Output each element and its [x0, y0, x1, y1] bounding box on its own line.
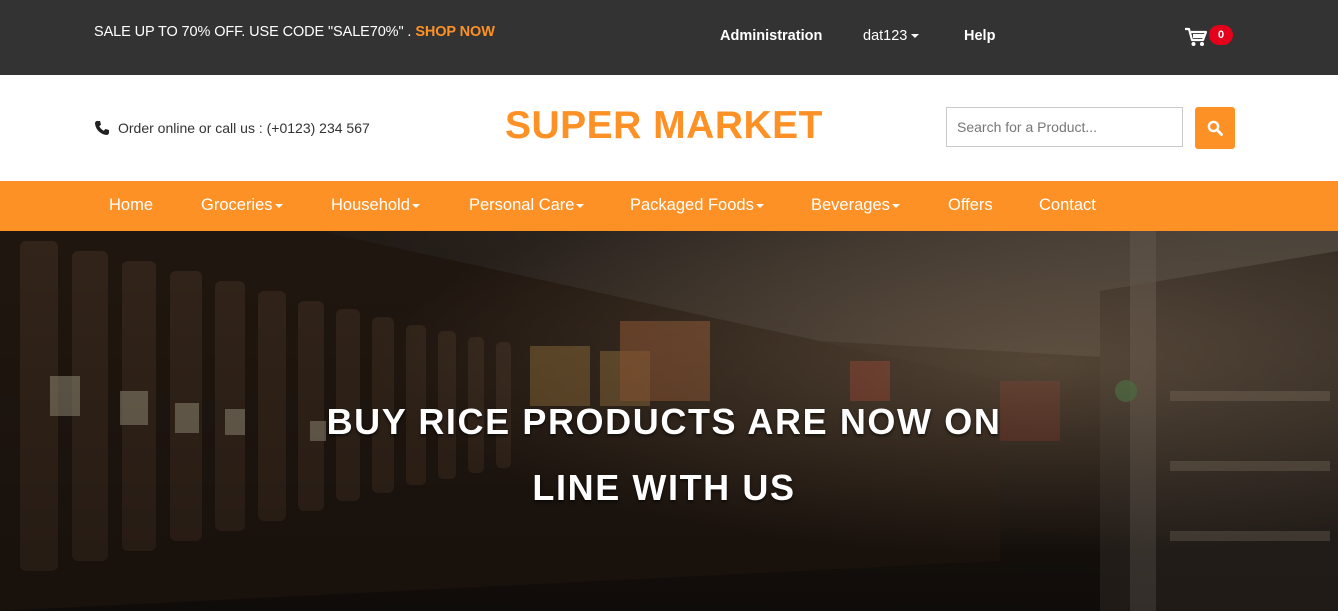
user-name: dat123 [863, 28, 908, 44]
hero-banner: BUY RICE PRODUCTS ARE NOW ON LINE WITH U… [0, 231, 1338, 611]
administration-link[interactable]: Administration [720, 28, 822, 44]
cart-count-badge: 0 [1209, 25, 1233, 45]
nav-packaged-foods[interactable]: Packaged Foods [630, 181, 764, 231]
cart-button[interactable]: 0 [1184, 24, 1240, 50]
nav-label: Offers [948, 196, 993, 214]
nav-household[interactable]: Household [331, 181, 420, 231]
nav-label: Home [109, 196, 154, 214]
search-button[interactable] [1195, 107, 1235, 149]
top-bar: SALE UP TO 70% OFF. USE CODE "SALE70%" .… [0, 0, 1338, 75]
nav-home[interactable]: Home [109, 181, 153, 231]
caret-down-icon [755, 203, 764, 208]
nav-beverages[interactable]: Beverages [811, 181, 900, 231]
nav-label: Contact [1039, 196, 1096, 214]
search-icon [1207, 120, 1223, 136]
user-menu[interactable]: dat123 [863, 28, 920, 44]
nav-groceries[interactable]: Groceries [201, 181, 283, 231]
caret-down-icon [576, 203, 585, 208]
promo-text: SALE UP TO 70% OFF. USE CODE "SALE70%" . [94, 24, 412, 40]
promo-banner: SALE UP TO 70% OFF. USE CODE "SALE70%" .… [94, 24, 495, 40]
shop-now-link[interactable]: SHOP NOW [415, 24, 495, 40]
nav-label: Personal Care [469, 196, 575, 214]
site-header: Order online or call us : (+0123) 234 56… [0, 75, 1338, 181]
caret-down-icon [411, 203, 420, 208]
help-link[interactable]: Help [964, 28, 995, 44]
nav-label: Packaged Foods [630, 196, 754, 214]
nav-label: Household [331, 196, 410, 214]
caret-down-icon [274, 203, 283, 208]
shopping-cart-icon [1185, 27, 1208, 46]
nav-offers[interactable]: Offers [948, 181, 993, 231]
hero-title-line-1: BUY RICE PRODUCTS ARE NOW ON [326, 401, 1002, 442]
main-nav: Home Groceries Household Personal Care P… [0, 181, 1338, 231]
search-input[interactable] [946, 107, 1183, 147]
nav-label: Groceries [201, 196, 273, 214]
nav-personal-care[interactable]: Personal Care [469, 181, 585, 231]
hero-title-line-2: LINE WITH US [532, 467, 796, 508]
hero-title: BUY RICE PRODUCTS ARE NOW ON LINE WITH U… [0, 389, 1328, 521]
nav-contact[interactable]: Contact [1039, 181, 1096, 231]
caret-down-icon [911, 34, 920, 39]
caret-down-icon [891, 203, 900, 208]
nav-label: Beverages [811, 196, 890, 214]
